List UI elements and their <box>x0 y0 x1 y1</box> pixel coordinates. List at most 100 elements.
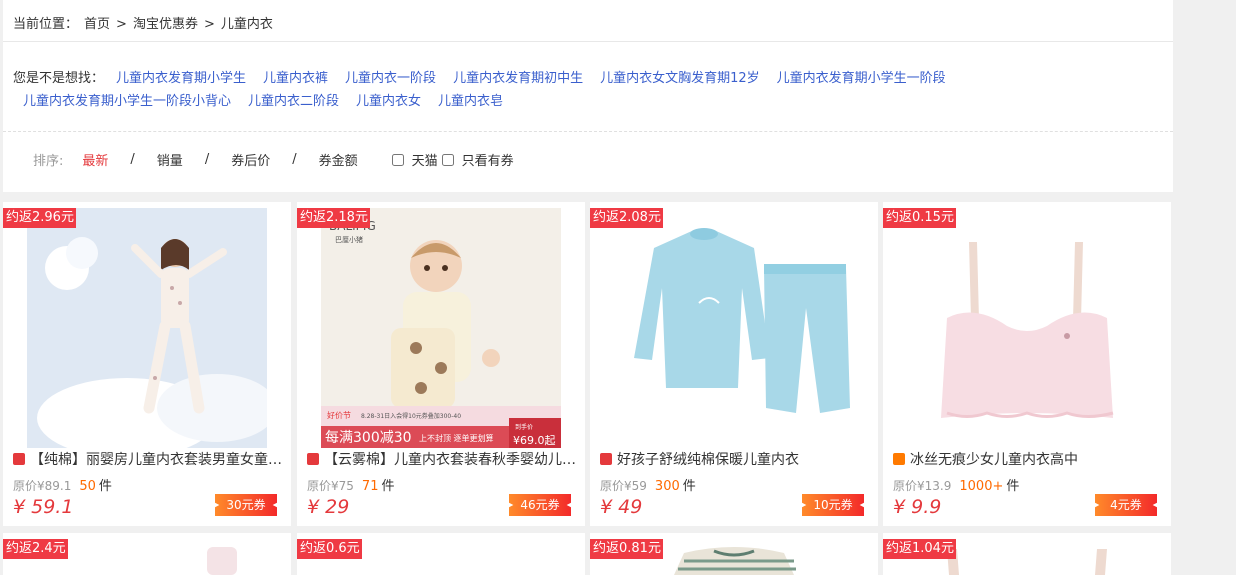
promo-price-text: ¥69.0起 <box>513 434 556 447</box>
promo-tag-text: 好价节 <box>327 410 351 420</box>
final-price: ¥ 9.9 <box>893 496 942 518</box>
suggestion-link[interactable]: 儿童内衣女 <box>356 94 421 109</box>
product-card[interactable]: 约返2.96元 【纯棉】丽婴房儿童内衣套装男童女童秋衣秋裤 原价¥89.1 50件… <box>3 202 291 526</box>
rebate-badge: 约返0.81元 <box>590 539 663 559</box>
product-title-text: 好孩子舒绒纯棉保暖儿童内衣 <box>617 452 799 468</box>
filter-panel: 当前位置： 首页 > 淘宝优惠券 > 儿童内衣 您是不是想找： 儿童内衣发育期小学生 儿童内衣… <box>3 0 1173 192</box>
promo-main-text: 每满300减30 <box>325 430 412 446</box>
breadcrumb-label: 当前位置： <box>13 17 79 32</box>
suggestion-link[interactable]: 儿童内衣二阶段 <box>248 94 339 109</box>
coupon-button[interactable]: 46元券 <box>509 494 571 516</box>
suggestion-link[interactable]: 儿童内衣发育期小学生一阶段 <box>777 71 946 86</box>
promo-price-label: 到手价 <box>515 423 533 431</box>
original-price: ¥89.1 <box>37 479 72 493</box>
product-card[interactable]: 约返1.04元 <box>883 533 1171 575</box>
tmall-filter-label: 天猫 <box>411 154 438 169</box>
final-price: ¥ 49 <box>600 496 643 518</box>
sales-count: 50 <box>79 479 96 494</box>
tmall-checkbox[interactable] <box>391 153 404 166</box>
coupon-checkbox[interactable] <box>441 153 454 166</box>
promo-date-text: 8.28-31日入会得10元券叠加300-40 <box>361 412 461 420</box>
product-title-text: 【纯棉】丽婴房儿童内衣套装男童女童秋衣秋裤 <box>30 452 285 468</box>
suggestion-link[interactable]: 儿童内衣女文胸发育期12岁 <box>600 71 760 86</box>
rebate-badge: 约返1.04元 <box>883 539 956 559</box>
breadcrumb-separator: > <box>116 17 127 32</box>
original-price-row: 原价¥89.1 50 件 <box>13 475 112 494</box>
breadcrumb: 当前位置： 首页 > 淘宝优惠券 > 儿童内衣 <box>13 13 279 32</box>
suggestion-link[interactable]: 儿童内衣一阶段 <box>345 71 436 86</box>
sort-separator: / <box>292 152 297 167</box>
tmall-icon <box>13 453 25 465</box>
taobao-icon <box>893 453 905 465</box>
coupon-button[interactable]: 10元券 <box>802 494 864 516</box>
original-price-row: 原价¥13.9 1000+ 件 <box>893 475 1019 494</box>
divider <box>3 41 1173 42</box>
sales-unit: 件 <box>381 479 395 494</box>
product-title[interactable]: 【纯棉】丽婴房儿童内衣套装男童女童秋衣秋裤 <box>13 449 285 469</box>
sort-newest[interactable]: 最新 <box>82 150 108 169</box>
suggestion-link[interactable]: 儿童内衣发育期小学生 <box>116 71 246 86</box>
product-image[interactable] <box>907 208 1147 448</box>
rebate-badge: 约返2.96元 <box>3 208 76 228</box>
rebate-badge: 约返2.18元 <box>297 208 370 228</box>
product-card[interactable]: 约返2.4元 <box>3 533 291 575</box>
product-image[interactable]: BALIPIG 巴厘小猪 好价节 8.28-31日入会得10元券叠加300-40… <box>321 208 561 448</box>
final-price: ¥ 29 <box>307 496 350 518</box>
product-card[interactable]: 约返0.15元 冰丝无痕少女儿童内衣高中 原价¥13.9 1000+ 件 ¥ 9.9… <box>883 202 1171 526</box>
sales-count: 1000+ <box>959 479 1004 494</box>
suggestion-link[interactable]: 儿童内衣发育期初中生 <box>453 71 583 86</box>
product-image[interactable] <box>27 208 267 448</box>
rebate-badge: 约返2.08元 <box>590 208 663 228</box>
brand-cn-text: 巴厘小猪 <box>335 235 363 244</box>
sales-count: 71 <box>361 479 379 494</box>
product-title[interactable]: 冰丝无痕少女儿童内衣高中 <box>893 449 1165 469</box>
suggestions: 您是不是想找： 儿童内衣发育期小学生 儿童内衣裤 儿童内衣一阶段 儿童内衣发育期初中生儿… <box>13 67 1153 113</box>
original-price-row: 原价¥59 300 件 <box>600 475 696 494</box>
product-title-text: 冰丝无痕少女儿童内衣高中 <box>910 452 1078 468</box>
product-title[interactable]: 好孩子舒绒纯棉保暖儿童内衣 <box>600 449 872 469</box>
original-price-label: 原价 <box>307 479 332 493</box>
product-card[interactable]: 约返0.81元 <box>590 533 878 575</box>
sort-bar: 排序: 最新 / 销量 / 券后价 / 券金额 天猫 只看有券 <box>33 150 514 169</box>
tmall-icon <box>600 453 612 465</box>
sort-final-price[interactable]: 券后价 <box>231 150 270 169</box>
original-price-label: 原价 <box>600 479 625 493</box>
original-price: ¥13.9 <box>917 479 952 493</box>
sort-coupon-amount[interactable]: 券金额 <box>319 150 358 169</box>
sort-label: 排序: <box>33 154 64 169</box>
tmall-filter[interactable]: 天猫 <box>391 150 438 169</box>
suggestion-link[interactable]: 儿童内衣发育期小学生一阶段小背心 <box>23 94 231 109</box>
final-price: ¥ 59.1 <box>13 496 74 518</box>
breadcrumb-separator: > <box>203 17 215 32</box>
sales-unit: 件 <box>1006 479 1020 494</box>
original-price: ¥59 <box>624 479 647 493</box>
product-card[interactable]: 约返2.08元 好孩子舒绒纯棉保暖儿童内衣 原价¥59 300 件 ¥ 49 10元… <box>590 202 878 526</box>
breadcrumb-coupons[interactable]: 淘宝优惠券 <box>133 17 198 32</box>
breadcrumb-current: 儿童内衣 <box>220 17 273 32</box>
product-title[interactable]: 【云雾棉】儿童内衣套装春秋季婴幼儿秋衣秋裤 <box>307 449 579 469</box>
coupon-filter-label: 只看有券 <box>461 154 514 169</box>
suggestion-link[interactable]: 儿童内衣皂 <box>438 94 503 109</box>
sales-count: 300 <box>654 479 680 494</box>
original-price-label: 原价 <box>13 479 38 493</box>
suggestion-link[interactable]: 儿童内衣裤 <box>263 71 328 86</box>
rebate-badge: 约返0.6元 <box>297 539 362 559</box>
tmall-icon <box>307 453 319 465</box>
rebate-badge: 约返0.15元 <box>883 208 956 228</box>
sort-separator: / <box>204 152 210 167</box>
coupon-button[interactable]: 30元券 <box>215 494 277 516</box>
sales-unit: 件 <box>682 479 696 494</box>
suggestions-label: 您是不是想找： <box>13 71 105 86</box>
product-title-text: 【云雾棉】儿童内衣套装春秋季婴幼儿秋衣秋裤 <box>324 452 579 468</box>
coupon-button[interactable]: 4元券 <box>1095 494 1157 516</box>
divider <box>3 131 1173 132</box>
original-price-row: 原价¥75 71 件 <box>307 475 394 494</box>
sort-sales[interactable]: 销量 <box>157 150 183 169</box>
rebate-badge: 约返2.4元 <box>3 539 68 559</box>
product-card[interactable]: BALIPIG 巴厘小猪 好价节 8.28-31日入会得10元券叠加300-40… <box>297 202 585 526</box>
breadcrumb-home[interactable]: 首页 <box>84 17 110 32</box>
coupon-filter[interactable]: 只看有券 <box>441 150 514 169</box>
product-card[interactable]: 约返0.6元 <box>297 533 585 575</box>
original-price-label: 原价 <box>893 479 918 493</box>
product-image[interactable] <box>614 208 854 448</box>
